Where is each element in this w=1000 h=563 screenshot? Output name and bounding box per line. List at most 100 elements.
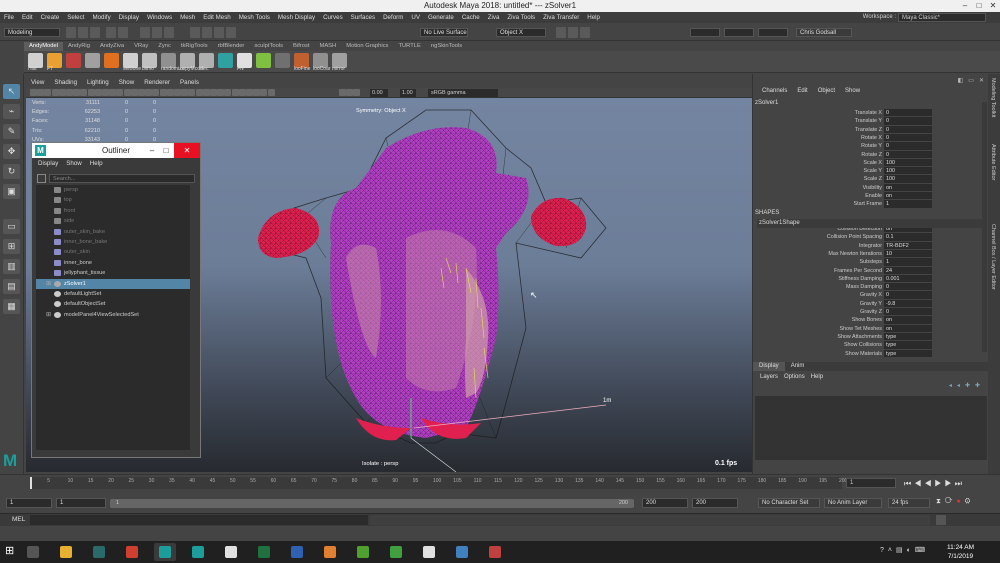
panel-tool-icon[interactable] xyxy=(152,89,160,96)
layer-up-icon[interactable]: ◂ xyxy=(949,382,952,389)
panel-tool-icon[interactable] xyxy=(66,89,73,96)
maya-icon[interactable] xyxy=(187,543,209,561)
panel-tool-icon[interactable] xyxy=(138,89,145,96)
panel-tool-icon[interactable] xyxy=(123,89,131,96)
shelf-button-2[interactable] xyxy=(66,53,81,68)
attribute-value[interactable]: 0 xyxy=(884,291,932,299)
close-icon[interactable]: ✕ xyxy=(986,0,1000,12)
shelf-button-4[interactable] xyxy=(104,53,119,68)
outliner-item[interactable]: front xyxy=(36,206,190,216)
menu-edit-mesh[interactable]: Edit Mesh xyxy=(199,14,235,21)
channel-attribute[interactable]: Rotate Y0 xyxy=(753,142,933,150)
panel-tool-icon[interactable] xyxy=(338,89,346,96)
channel-attribute[interactable]: Scale Z 100 xyxy=(753,175,933,183)
outliner-item[interactable]: outer_skin xyxy=(36,247,190,257)
channel-attribute[interactable]: Visibility on xyxy=(753,183,933,192)
channel-attribute[interactable]: Show Bones on xyxy=(753,316,933,324)
color-space-dropdown[interactable]: sRGB gamma xyxy=(428,89,498,97)
outliner-item[interactable]: ⊞ modelPanel4ViewSelectedSet xyxy=(36,310,190,320)
panel-tool-icon[interactable] xyxy=(80,89,88,96)
transform-y-field[interactable] xyxy=(724,28,754,37)
attribute-value[interactable]: on xyxy=(884,183,932,192)
side-tab[interactable]: Attribute Editor xyxy=(990,144,996,180)
channel-attribute[interactable]: Mass Damping 0 xyxy=(753,283,933,291)
command-input[interactable] xyxy=(30,515,368,525)
gamma-field[interactable]: 1.00 xyxy=(400,89,416,97)
attribute-value[interactable]: 100 xyxy=(884,167,932,175)
object-mode-field[interactable]: Object X xyxy=(496,28,546,37)
shelf-tab-vray[interactable]: VRay xyxy=(129,42,153,51)
new-layer-icon[interactable]: ✚ xyxy=(965,382,970,389)
new-layer-selected-icon[interactable]: ✚ xyxy=(975,382,980,389)
menu-mesh-tools[interactable]: Mesh Tools xyxy=(235,14,274,21)
shelf-tab-zync[interactable]: Zync xyxy=(153,42,176,51)
current-frame-marker[interactable] xyxy=(30,477,32,489)
auto-key-icon[interactable]: ● xyxy=(956,498,964,505)
shelf-tab-turtle[interactable]: TURTLE xyxy=(393,42,425,51)
attribute-value[interactable]: type xyxy=(884,332,932,341)
menu-mesh-display[interactable]: Mesh Display xyxy=(274,14,319,21)
panel-tool-icon[interactable] xyxy=(210,89,217,96)
channel-attribute[interactable]: Translate Z0 xyxy=(753,125,933,134)
shelf-tab-andyrig[interactable]: AndyRig xyxy=(63,42,95,51)
task-view-icon[interactable] xyxy=(22,543,44,561)
outliner-search-input[interactable]: Search... xyxy=(49,174,195,183)
attribute-value[interactable]: 0 xyxy=(884,133,932,142)
outliner-item[interactable]: top xyxy=(36,195,190,205)
select-object-icon[interactable] xyxy=(152,27,162,38)
attribute-value[interactable]: on xyxy=(884,192,932,200)
graph-persp-icon[interactable]: ▤ xyxy=(3,279,20,294)
snap-curve-icon[interactable] xyxy=(202,27,212,38)
outliner-menu-display[interactable]: Display xyxy=(34,160,62,167)
chrome-icon[interactable] xyxy=(121,543,143,561)
windows-start-icon[interactable]: ⊞ xyxy=(5,545,17,557)
channel-attribute[interactable]: Rotate X0 xyxy=(753,133,933,142)
outliner-item[interactable]: inner_bone xyxy=(36,258,190,268)
attribute-value[interactable]: 0 xyxy=(884,283,932,291)
attribute-value[interactable]: 0 xyxy=(884,142,932,150)
channel-attribute[interactable]: Show Attachments type xyxy=(753,332,933,341)
attribute-value[interactable]: 1 xyxy=(884,200,932,208)
attribute-value[interactable]: on xyxy=(884,324,932,332)
panel-tool-icon[interactable] xyxy=(94,89,102,96)
menu-uv[interactable]: UV xyxy=(407,14,424,21)
sublime-icon[interactable] xyxy=(319,543,341,561)
file-explorer-icon[interactable] xyxy=(55,543,77,561)
panel-tool-icon[interactable] xyxy=(195,89,203,96)
shelf-tab-andymodel[interactable]: AndyModel xyxy=(24,42,64,51)
panel-tool-icon[interactable] xyxy=(267,89,275,96)
ipr-render-icon[interactable] xyxy=(568,27,578,38)
range-slider[interactable]: 1 200 xyxy=(110,499,634,508)
panel-tool-icon[interactable] xyxy=(37,89,45,96)
shelf-tab-sculpttools[interactable]: sculptTools xyxy=(249,42,288,51)
panel-tool-icon[interactable] xyxy=(166,89,174,96)
four-view-icon[interactable]: ⊞ xyxy=(3,239,20,254)
menu-generate[interactable]: Generate xyxy=(424,14,458,21)
channel-box-float-icon[interactable]: ▭ xyxy=(968,77,974,84)
snap-grid-icon[interactable] xyxy=(190,27,200,38)
select-hierarchy-icon[interactable] xyxy=(140,27,150,38)
expand-icon[interactable]: ⊞ xyxy=(46,279,51,289)
channel-attribute[interactable]: Translate X0 xyxy=(753,109,933,117)
shelf-button-3[interactable] xyxy=(85,53,100,68)
current-frame-field[interactable]: 1 xyxy=(846,478,896,488)
outliner-menu-show[interactable]: Show xyxy=(62,160,85,167)
panel-tool-icon[interactable] xyxy=(109,89,117,96)
panel-tool-icon[interactable] xyxy=(116,89,124,96)
panel-tool-icon[interactable] xyxy=(217,89,225,96)
layer-menu-options[interactable]: Options xyxy=(781,374,808,380)
attribute-value[interactable]: 100 xyxy=(884,158,932,167)
channel-attribute[interactable]: Max Newton Iterations 10 xyxy=(753,249,933,258)
panel-tool-icon[interactable] xyxy=(73,89,81,96)
menu-deform[interactable]: Deform xyxy=(379,14,407,21)
panel-menu-panels[interactable]: Panels xyxy=(175,78,204,88)
terminal-icon[interactable] xyxy=(88,543,110,561)
fps-dropdown[interactable]: 24 fps xyxy=(888,498,930,508)
expand-icon[interactable]: ⊞ xyxy=(46,310,51,320)
menu-display[interactable]: Display xyxy=(115,14,143,21)
panel-tool-icon[interactable] xyxy=(87,89,95,96)
menu-help[interactable]: Help xyxy=(583,14,604,21)
panel-tool-icon[interactable] xyxy=(159,89,167,96)
loop-icon[interactable]: ⟳ xyxy=(945,498,957,505)
channel-attribute[interactable]: Scale X 100 xyxy=(753,158,933,167)
